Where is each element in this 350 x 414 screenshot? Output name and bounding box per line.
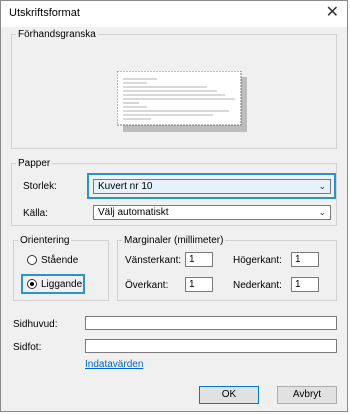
size-dropdown[interactable]: Kuvert nr 10 ⌄: [93, 179, 331, 194]
top-margin-label: Överkant:: [125, 280, 169, 291]
ok-button[interactable]: OK: [199, 386, 259, 404]
dialog-title: Utskriftsformat: [9, 7, 80, 19]
orientation-legend: Orientering: [20, 235, 70, 246]
source-label: Källa:: [23, 208, 49, 219]
page-setup-dialog: Utskriftsformat ✕ Förhandsgranska Papper…: [0, 0, 348, 412]
cancel-button[interactable]: Avbryt: [277, 386, 337, 404]
landscape-radio[interactable]: [27, 279, 37, 289]
margins-legend: Marginaler (millimeter): [124, 235, 224, 246]
header-input[interactable]: [85, 316, 337, 330]
chevron-down-icon: ⌄: [318, 181, 326, 191]
header-label: Sidhuvud:: [13, 319, 58, 330]
size-label: Storlek:: [23, 181, 57, 192]
top-margin-input[interactable]: 1: [185, 277, 213, 292]
source-dropdown[interactable]: Välj automatiskt ⌄: [93, 205, 331, 220]
close-icon[interactable]: ✕: [326, 3, 339, 23]
right-margin-input[interactable]: 1: [291, 252, 319, 267]
portrait-radio[interactable]: [27, 255, 37, 265]
input-values-link[interactable]: Indatavärden: [85, 359, 143, 370]
left-margin-input[interactable]: 1: [185, 252, 213, 267]
left-margin-label: Vänsterkant:: [125, 255, 182, 266]
preview-legend: Förhandsgranska: [18, 29, 96, 40]
bottom-margin-label: Nederkant:: [233, 280, 282, 291]
footer-input[interactable]: [85, 339, 337, 353]
paper-legend: Papper: [18, 158, 51, 169]
portrait-label: Stående: [41, 255, 79, 266]
source-value: Välj automatiskt: [98, 207, 169, 218]
landscape-label: Liggande: [41, 279, 83, 290]
title-bar: Utskriftsformat ✕: [1, 1, 347, 27]
bottom-margin-input[interactable]: 1: [291, 277, 319, 292]
chevron-down-icon: ⌄: [318, 207, 326, 217]
envelope-preview: [117, 71, 247, 132]
footer-label: Sidfot:: [13, 342, 42, 353]
right-margin-label: Högerkant:: [233, 255, 282, 266]
size-value: Kuvert nr 10: [98, 181, 153, 192]
